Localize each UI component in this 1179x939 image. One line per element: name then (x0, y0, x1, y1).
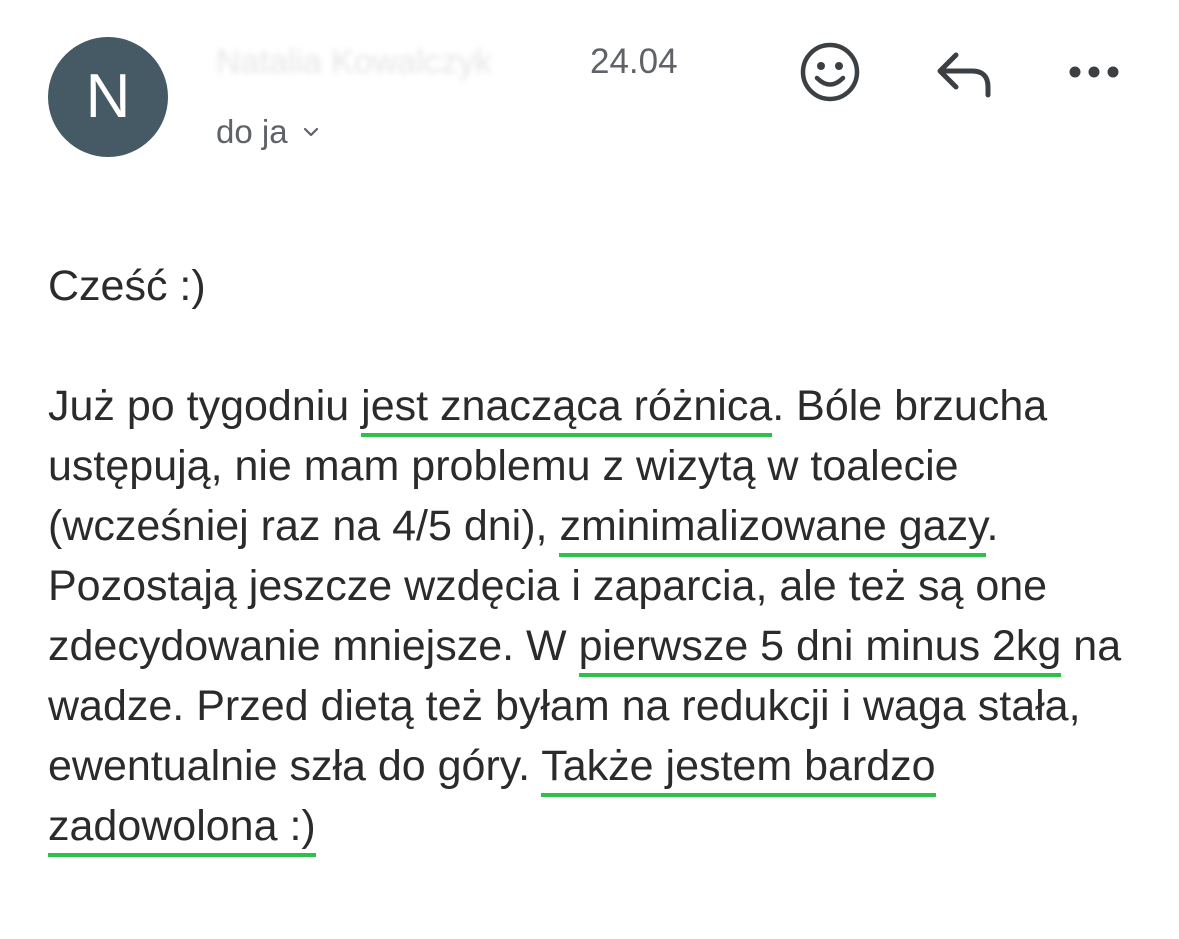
email-body: Cześć :) Już po tygodniu jest znacząca r… (48, 256, 1158, 857)
highlighted-text: jest znacząca różnica (361, 382, 773, 437)
reply-arrow-icon (937, 52, 991, 98)
recipient-toggle[interactable]: do ja (216, 113, 320, 151)
highlighted-text: pierwsze 5 dni minus 2kg (578, 622, 1062, 677)
highlighted-text: zminimalizowane gazy (559, 502, 987, 557)
recipient-label: do ja (216, 113, 288, 150)
add-reaction-button[interactable] (798, 40, 862, 104)
reply-button[interactable] (932, 46, 996, 102)
email-header: N Natalia Kowalczyk 24.04 do ja (0, 0, 1179, 190)
smiley-face-icon (800, 42, 860, 102)
greeting-line: Cześć :) (48, 262, 206, 310)
email-date: 24.04 (590, 42, 678, 81)
message-paragraph: Już po tygodniu jest znacząca różnica. B… (48, 376, 1158, 857)
chevron-down-icon (303, 127, 318, 137)
more-horizontal-icon (1069, 66, 1119, 78)
sender-name[interactable]: Natalia Kowalczyk (216, 43, 566, 82)
text-segment: Już po tygodniu (48, 382, 362, 430)
more-options-button[interactable] (1062, 50, 1126, 94)
sender-avatar[interactable]: N (48, 37, 168, 157)
